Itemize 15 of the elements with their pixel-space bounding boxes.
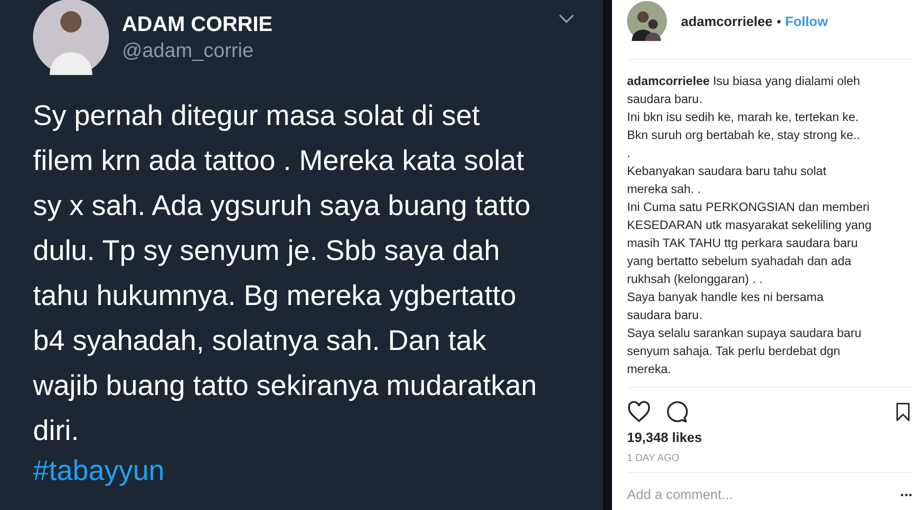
heart-icon[interactable] [627,400,651,424]
hashtag-link[interactable]: #tabayyun [33,454,165,488]
more-options-button[interactable]: ••• [900,490,913,500]
chevron-down-icon[interactable] [558,12,575,24]
post-caption: adamcorrielee Isu biasa yang dialami oleh saudara baru. Ini bkn isu sedih ke, marah ke, tertekan ke. Bkn suruh org bertabah ke, stay strong ke.. . Kebanyakan saudara baru tahu solat mereka sah. . Ini Cuma satu PERKONGSIAN dan memberi KESEDARAN utk masyarakat sekeliling yang masih TAK TAHU ttg perkara saudara baru yang bertatto sebelum syahadah dan ada rukhsah (kelonggaran) . . Saya banyak handle kes ni bersama saudara baru. Saya selalu sarankan supaya saudara baru senyum sahaja. Tak perlu berdebat dgn mereka. [627,60,913,388]
avatar-icon [33,0,109,75]
username[interactable]: adamcorrielee [681,14,773,28]
comment-icon[interactable] [665,400,689,424]
avatar-icon[interactable] [627,1,667,41]
tweet-text: Sy pernah ditegur masa solat di set filem krn ada tattoo . Mereka kata solat sy x sah. Ada ygsuruh saya buang tatto dulu. Tp sy senyum je. Sbb saya dah tahu hukumnya. Bg mereka ygbertatto b4 syahadah, solatnya sah. Dan tak wajib buang tatto sekiranya mudaratkan diri. [33,99,538,449]
separator-dot: • [776,14,782,28]
user-handle: @adam_corrie [122,39,254,64]
post-time: 1 DAY AGO [627,445,913,473]
display-name: ADAM CORRIE [122,12,274,38]
likes-count[interactable]: 19,348 likes [627,430,913,445]
